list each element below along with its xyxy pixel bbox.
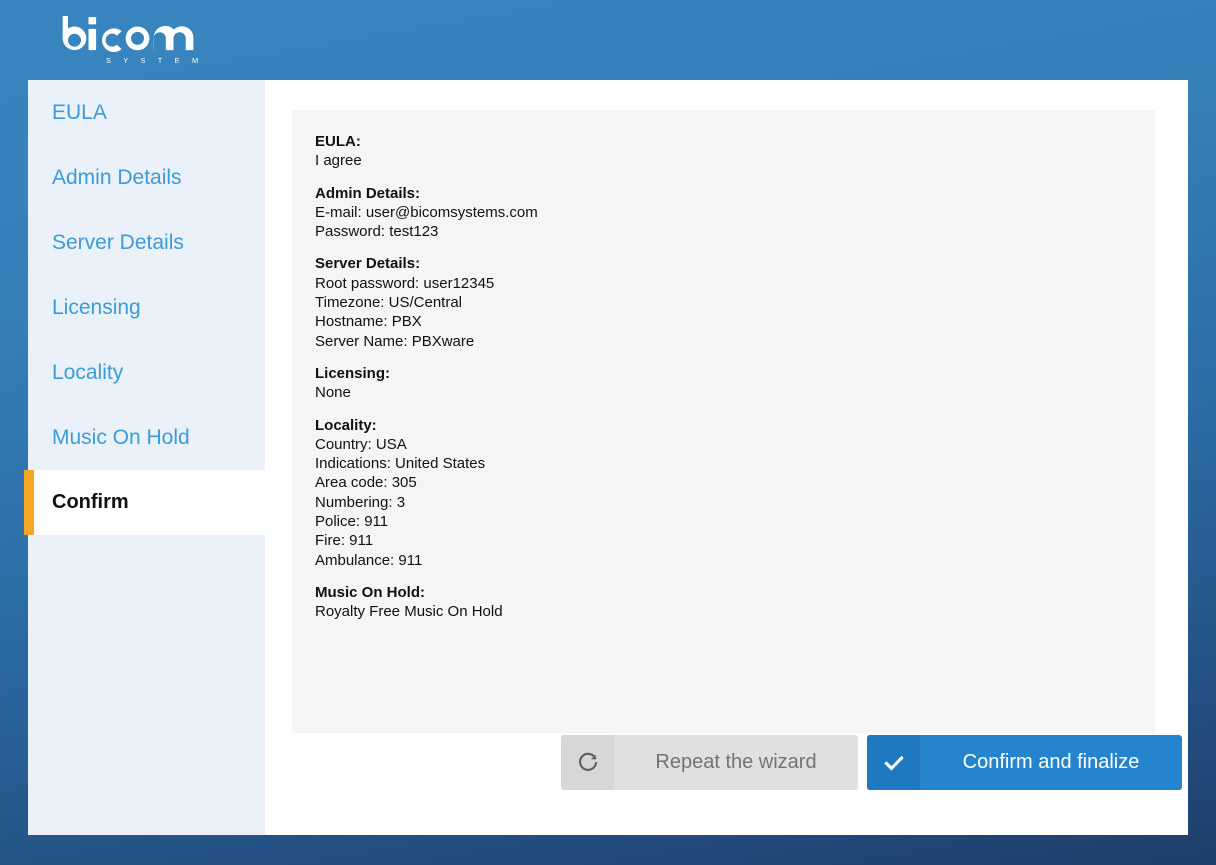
repeat-wizard-button[interactable]: Repeat the wizard	[561, 735, 858, 790]
summary-group-admin-details: Admin Details: E-mail: user@bicomsystems…	[315, 184, 1155, 242]
sidebar-item-confirm[interactable]: Confirm	[28, 470, 265, 535]
summary-group-line: Royalty Free Music On Hold	[315, 602, 1155, 621]
wizard-action-bar: Repeat the wizard Confirm and finalize	[265, 735, 1188, 797]
summary-group-title: Licensing:	[315, 364, 1155, 383]
summary-group-line: None	[315, 383, 1155, 402]
summary-group-line: Password: test123	[315, 222, 1155, 241]
sidebar-item-label: Locality	[52, 361, 123, 384]
wizard-content: EULA: I agree Admin Details: E-mail: use…	[265, 80, 1188, 835]
summary-group-line: E-mail: user@bicomsystems.com	[315, 203, 1155, 222]
sidebar-item-label: Licensing	[52, 296, 141, 319]
summary-group-line: Server Name: PBXware	[315, 332, 1155, 351]
sidebar-item-label: Confirm	[52, 491, 129, 513]
summary-group-line: Indications: United States	[315, 454, 1155, 473]
summary-group-title: Admin Details:	[315, 184, 1155, 203]
summary-group-title: Server Details:	[315, 254, 1155, 273]
active-step-accent-bar	[24, 470, 34, 535]
sidebar-item-label: EULA	[52, 101, 107, 124]
sidebar-item-label: Server Details	[52, 231, 184, 254]
summary-group-line: Root password: user12345	[315, 274, 1155, 293]
confirmation-summary-panel: EULA: I agree Admin Details: E-mail: use…	[292, 110, 1155, 733]
sidebar-item-server-details[interactable]: Server Details	[28, 210, 265, 275]
sidebar-item-eula[interactable]: EULA	[28, 80, 265, 145]
summary-group-line: Country: USA	[315, 435, 1155, 454]
summary-group-music-on-hold: Music On Hold: Royalty Free Music On Hol…	[315, 583, 1155, 622]
summary-group-server-details: Server Details: Root password: user12345…	[315, 254, 1155, 350]
sidebar-item-label: Music On Hold	[52, 426, 190, 449]
confirm-and-finalize-button[interactable]: Confirm and finalize	[867, 735, 1182, 790]
summary-group-line: Area code: 305	[315, 473, 1155, 492]
summary-group-line: Fire: 911	[315, 531, 1155, 550]
app-header: S Y S T E M S	[0, 0, 1216, 80]
refresh-icon	[561, 735, 614, 790]
confirm-and-finalize-label: Confirm and finalize	[920, 751, 1182, 774]
summary-group-line: Hostname: PBX	[315, 312, 1155, 331]
repeat-wizard-label: Repeat the wizard	[614, 751, 858, 774]
sidebar-item-admin-details[interactable]: Admin Details	[28, 145, 265, 210]
check-icon	[867, 735, 920, 790]
summary-group-title: Locality:	[315, 416, 1155, 435]
svg-text:S Y S T E M S: S Y S T E M S	[106, 56, 198, 65]
summary-group-line: I agree	[315, 151, 1155, 170]
summary-group-title: EULA:	[315, 132, 1155, 151]
summary-group-line: Timezone: US/Central	[315, 293, 1155, 312]
sidebar-item-label: Admin Details	[52, 166, 182, 189]
summary-group-title: Music On Hold:	[315, 583, 1155, 602]
bicom-systems-logo: S Y S T E M S	[58, 14, 198, 68]
sidebar-item-music-on-hold[interactable]: Music On Hold	[28, 405, 265, 470]
wizard-sidebar: EULA Admin Details Server Details Licens…	[28, 80, 265, 835]
wizard-card: EULA Admin Details Server Details Licens…	[28, 80, 1188, 835]
summary-group-locality: Locality: Country: USA Indications: Unit…	[315, 416, 1155, 570]
sidebar-item-locality[interactable]: Locality	[28, 340, 265, 405]
summary-group-licensing: Licensing: None	[315, 364, 1155, 403]
summary-group-line: Ambulance: 911	[315, 551, 1155, 570]
summary-group-line: Police: 911	[315, 512, 1155, 531]
sidebar-item-licensing[interactable]: Licensing	[28, 275, 265, 340]
summary-group-line: Numbering: 3	[315, 493, 1155, 512]
summary-group-eula: EULA: I agree	[315, 132, 1155, 171]
